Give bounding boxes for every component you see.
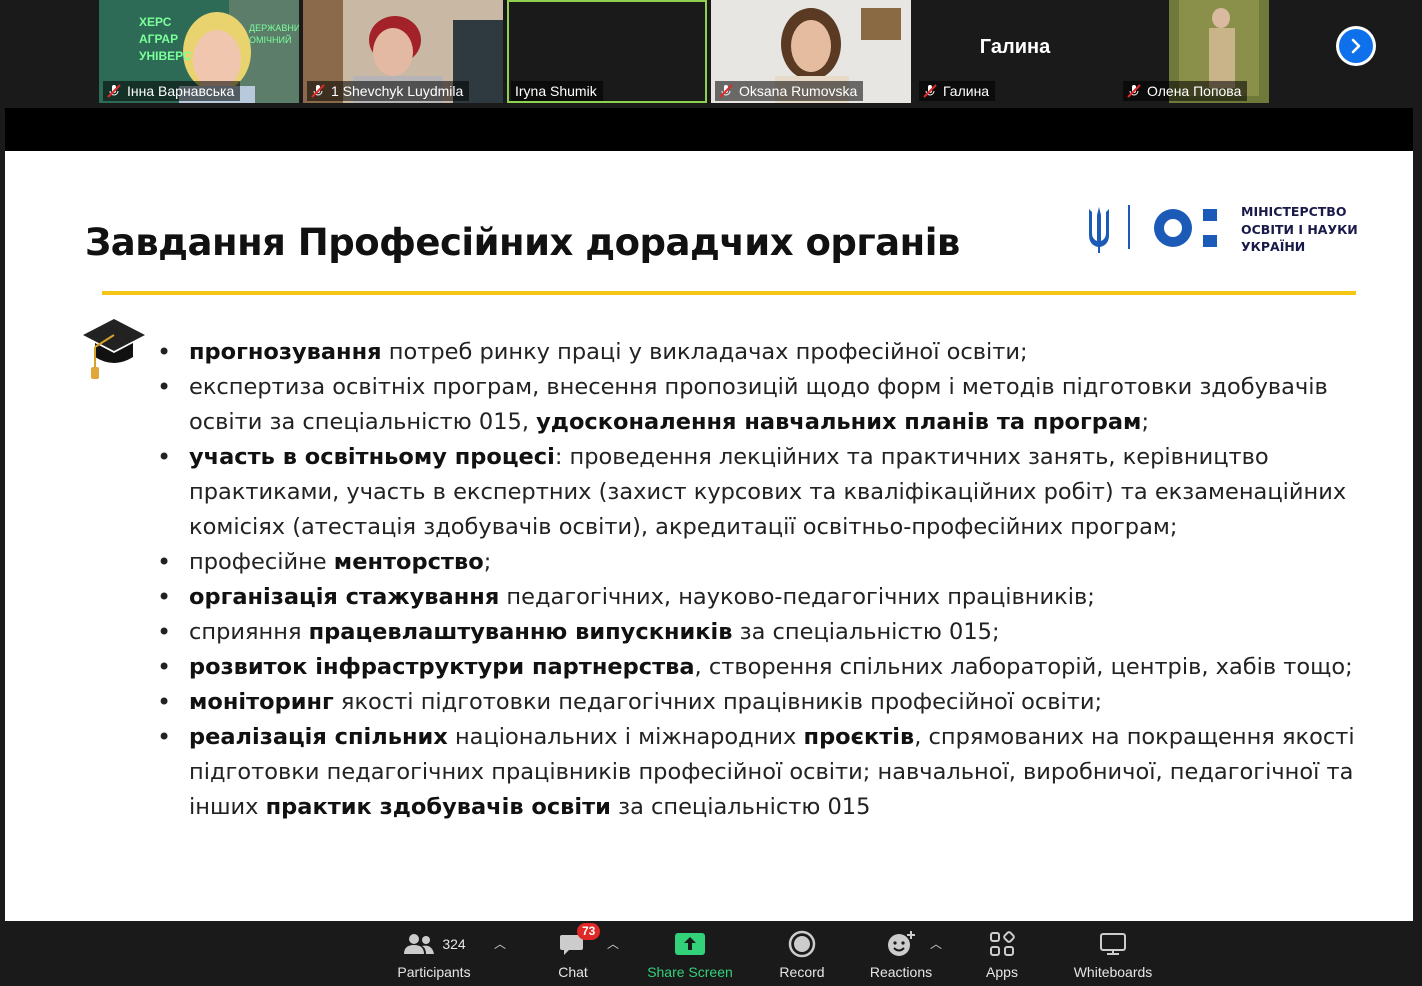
video-tile-no-video[interactable]: Галина Галина: [915, 0, 1115, 103]
apps-label: Apps: [986, 964, 1018, 980]
background-sign-text: ХЕРС АГРАР УНІВЕРС: [139, 15, 192, 63]
participant-name-tag: Олена Попова: [1123, 81, 1248, 101]
next-page-button[interactable]: [1336, 26, 1376, 66]
bullet-text: якості підготовки педагогічних працівник…: [333, 689, 1103, 715]
graduation-cap-icon: [83, 319, 145, 379]
bullet-bold-text: удосконалення навчальних планів та прогр…: [536, 409, 1142, 435]
video-tile[interactable]: Oksana Rumovska: [711, 0, 911, 103]
participant-name: Iryna Shumik: [515, 83, 597, 99]
participant-name-tag: Інна Варнавська: [103, 81, 241, 101]
logo-line: УКРАЇНИ: [1241, 239, 1306, 254]
whiteboard-icon: [1100, 933, 1126, 955]
chat-caret-icon[interactable]: ︿: [607, 935, 619, 952]
video-gallery-strip: ХЕРСАГРАРУНІВЕРС ДЕРЖАВНИЙОМІЧНИЙ Інна В…: [0, 0, 1422, 104]
bullet-item: експертиза освітніх програм, внесення пр…: [155, 370, 1395, 440]
bullet-bold-text: організація стажування: [189, 584, 500, 610]
bullet-item: участь в освітньому процесі: проведення …: [155, 440, 1395, 545]
participants-label: Participants: [397, 964, 471, 980]
reactions-label: Reactions: [869, 964, 933, 980]
bullet-text: , створення спільних лабораторій, центрі…: [694, 654, 1353, 680]
bullet-text: потреб ринку праці у викладачах професій…: [381, 339, 1028, 365]
video-tile[interactable]: 1 Shevchyk Luydmila: [303, 0, 503, 103]
shared-slide: Завдання Професійних дорадчих органів МІ…: [5, 151, 1413, 921]
reactions-icon: [888, 931, 915, 956]
bullet-item: реалізація спільних національних і міжна…: [155, 720, 1395, 825]
record-icon: [788, 930, 816, 958]
bullet-item: організація стажування педагогічних, нау…: [155, 580, 1395, 615]
chat-label: Chat: [558, 964, 588, 980]
bullet-item: сприяння працевлаштуванню випускників за…: [155, 615, 1395, 650]
record-label: Record: [779, 964, 825, 980]
video-tile[interactable]: Олена Попова: [1119, 0, 1319, 103]
background-sign-text: ДЕРЖАВНИЙОМІЧНИЙ: [249, 23, 299, 45]
bullet-item: прогнозування потреб ринку праці у викла…: [155, 335, 1395, 370]
meeting-toolbar: 324 Participants ︿ 73 Chat ︿ Share Scree…: [0, 921, 1422, 986]
bullet-bold-text: працевлаштуванню випускників: [308, 619, 733, 645]
bullet-bold-text: моніторинг: [189, 689, 334, 715]
participant-name: Oksana Rumovska: [739, 83, 858, 99]
mic-muted-icon: [719, 84, 733, 98]
bullet-text: сприяння: [189, 619, 309, 645]
participant-name: Галина: [943, 83, 990, 99]
bullet-text: професійне: [189, 549, 334, 575]
bullet-bold-text: проєктів: [803, 724, 915, 750]
bullet-item: моніторинг якості підготовки педагогічни…: [155, 685, 1395, 720]
participant-name-tag: 1 Shevchyk Luydmila: [307, 81, 470, 101]
participant-name-tag: Oksana Rumovska: [715, 81, 864, 101]
logo-line: МІНІСТЕРСТВО: [1241, 204, 1347, 219]
reactions-button[interactable]: Reactions: [866, 921, 936, 986]
shared-screen-top-bar: [5, 108, 1413, 151]
participant-display-name: Галина: [979, 36, 1051, 58]
share-screen-label: Share Screen: [647, 964, 733, 980]
bullet-bold-text: менторство: [333, 549, 484, 575]
bullet-text: педагогічних, науково-педагогічних праці…: [499, 584, 1095, 610]
participants-count: 324: [442, 936, 466, 952]
participants-icon: [404, 934, 435, 954]
participant-name: Олена Попова: [1147, 83, 1242, 99]
bullet-bold-text: практик здобувачів освіти: [265, 794, 611, 820]
bullet-text: ;: [483, 549, 492, 575]
bullet-text: національних і міжнародних: [447, 724, 804, 750]
ministry-emblem-icon: [1089, 205, 1217, 253]
bullet-list: прогнозування потреб ринку праці у викла…: [155, 335, 1395, 825]
participants-button[interactable]: 324 Participants: [394, 921, 474, 986]
chat-button[interactable]: 73 Chat: [548, 921, 601, 986]
mic-muted-icon: [311, 84, 325, 98]
mic-muted-icon: [1127, 84, 1141, 98]
bullet-bold-text: розвиток інфраструктури партнерства: [189, 654, 695, 680]
apps-icon: [990, 931, 1015, 956]
whiteboards-label: Whiteboards: [1073, 964, 1153, 980]
video-tile-active-speaker[interactable]: Iryna Shumik: [507, 0, 707, 103]
bullet-bold-text: прогнозування: [189, 339, 382, 365]
logo-line: ОСВІТИ І НАУКИ: [1241, 221, 1358, 237]
reactions-caret-icon[interactable]: ︿: [930, 935, 942, 952]
bullet-item: професійне менторство;: [155, 545, 1395, 580]
participant-name-tag: Галина: [919, 81, 996, 101]
bullet-text: за спеціальністю 015: [610, 794, 871, 820]
chat-unread-badge: 73: [577, 923, 601, 940]
bullet-bold-text: реалізація спільних: [189, 724, 448, 750]
participant-name-tag: Iryna Shumik: [511, 81, 603, 101]
slide-title: Завдання Професійних дорадчих органів: [85, 221, 960, 264]
share-screen-icon: [675, 933, 705, 955]
participants-caret-icon[interactable]: ︿: [494, 935, 506, 952]
record-button[interactable]: Record: [772, 921, 832, 986]
ministry-logo: МІНІСТЕРСТВО ОСВІТИ І НАУКИ УКРАЇНИ: [1081, 201, 1361, 259]
video-tile[interactable]: ХЕРСАГРАРУНІВЕРС ДЕРЖАВНИЙОМІЧНИЙ Інна В…: [99, 0, 299, 103]
whiteboards-button[interactable]: Whiteboards: [1064, 921, 1162, 986]
bullet-text: за спеціальністю 015;: [732, 619, 1000, 645]
participant-name: Інна Варнавська: [127, 83, 235, 99]
mic-muted-icon: [923, 84, 937, 98]
share-screen-button[interactable]: Share Screen: [640, 921, 740, 986]
participant-name: 1 Shevchyk Luydmila: [331, 83, 464, 99]
bullet-item: розвиток інфраструктури партнерства, ств…: [155, 650, 1395, 685]
apps-button[interactable]: Apps: [977, 921, 1027, 986]
bullet-bold-text: участь в освітньому процесі: [189, 444, 555, 470]
title-underline: [102, 291, 1356, 295]
chevron-right-icon: [1351, 38, 1361, 54]
bullet-text: ;: [1141, 409, 1150, 435]
mic-muted-icon: [107, 84, 121, 98]
ministry-logo-text: МІНІСТЕРСТВО ОСВІТИ І НАУКИ УКРАЇНИ: [1241, 203, 1358, 256]
